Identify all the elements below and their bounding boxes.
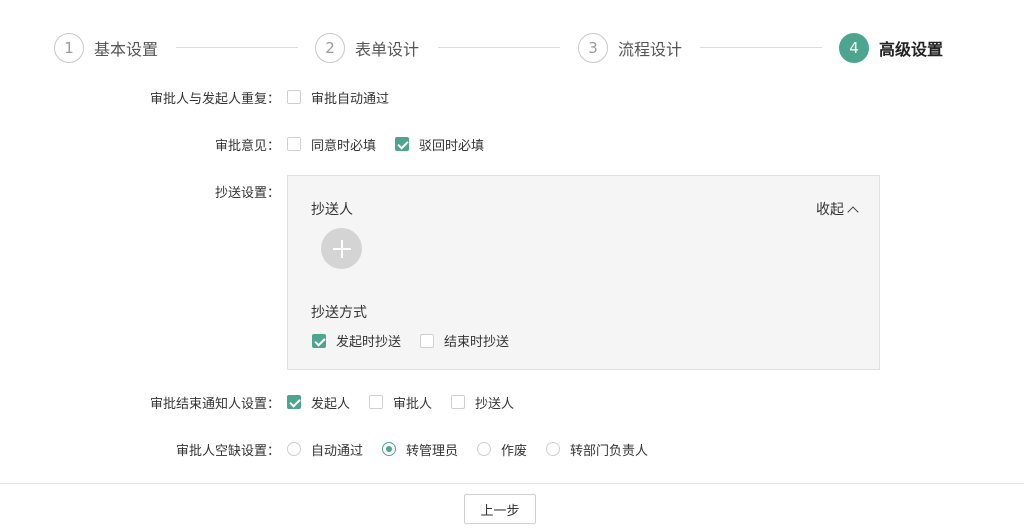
checkbox[interactable] xyxy=(369,395,384,409)
option-label: 自动通过 xyxy=(311,443,364,459)
step-label: 高级设置 xyxy=(879,40,944,59)
option-vacancy-void[interactable]: 作废 xyxy=(477,440,527,459)
checkbox[interactable] xyxy=(420,333,435,348)
option-vacancy-to-dept-head[interactable]: 转部门负责人 xyxy=(546,440,648,459)
field-label: 审批意见： xyxy=(214,138,280,154)
step-label: 表单设计 xyxy=(355,40,420,59)
cc-panel: 抄送人 收起 抄送方式 发起时抄送 结束时抄送 xyxy=(287,175,880,370)
checkbox[interactable] xyxy=(287,90,301,104)
step-process-design[interactable]: 3 流程设计 xyxy=(578,31,682,65)
option-vacancy-auto-approve[interactable]: 自动通过 xyxy=(287,440,363,459)
step-number: 3 xyxy=(578,33,608,63)
checkbox-checked[interactable] xyxy=(395,137,410,151)
footer-divider xyxy=(0,483,1024,484)
option-label: 作废 xyxy=(501,443,528,459)
checkbox[interactable] xyxy=(451,395,466,409)
radio[interactable] xyxy=(546,442,561,456)
option-required-on-reject[interactable]: 驳回时必填 xyxy=(395,135,484,154)
row-approver-vacancy: 审批人空缺设置： 自动通过 转管理员 作废 转部门负责人 xyxy=(0,440,1024,459)
step-number: 4 xyxy=(839,33,869,63)
step-connector xyxy=(176,47,298,48)
radio-checked[interactable] xyxy=(382,442,397,456)
option-label: 审批人 xyxy=(393,396,433,412)
step-label: 流程设计 xyxy=(618,40,683,59)
option-label: 驳回时必填 xyxy=(419,138,485,154)
cc-recipients-title: 抄送人 xyxy=(311,202,353,218)
collapse-toggle[interactable]: 收起 xyxy=(816,199,859,219)
previous-step-button[interactable]: 上一步 xyxy=(464,494,536,524)
option-label: 抄送人 xyxy=(475,396,515,412)
add-recipient-button[interactable] xyxy=(321,228,362,269)
field-label: 审批结束通知人设置： xyxy=(149,396,280,412)
row-approver-dedupe: 审批人与发起人重复： 审批自动通过 xyxy=(0,88,1024,107)
field-label: 抄送设置： xyxy=(214,185,280,201)
option-label: 转部门负责人 xyxy=(570,443,649,459)
field-label: 审批人与发起人重复： xyxy=(149,91,280,107)
step-number: 1 xyxy=(54,33,84,63)
checkbox[interactable] xyxy=(287,137,301,151)
option-notify-approver[interactable]: 审批人 xyxy=(369,393,432,412)
step-advanced-settings[interactable]: 4 高级设置 xyxy=(839,31,943,65)
field-label: 审批人空缺设置： xyxy=(175,443,280,459)
radio[interactable] xyxy=(287,442,301,456)
step-form-design[interactable]: 2 表单设计 xyxy=(315,31,419,65)
option-cc-on-start[interactable]: 发起时抄送 xyxy=(312,331,401,350)
option-label: 结束时抄送 xyxy=(444,335,510,350)
option-label: 转管理员 xyxy=(406,443,459,459)
step-number: 2 xyxy=(315,33,345,63)
option-cc-on-end[interactable]: 结束时抄送 xyxy=(420,331,509,350)
option-label: 发起人 xyxy=(311,396,351,412)
option-notify-initiator[interactable]: 发起人 xyxy=(287,393,350,412)
option-vacancy-to-admin[interactable]: 转管理员 xyxy=(382,440,458,459)
stepper: 1 基本设置 2 表单设计 3 流程设计 4 高级设置 xyxy=(0,31,1024,65)
cc-mode-title: 抄送方式 xyxy=(311,305,367,321)
row-end-notify: 审批结束通知人设置： 发起人 审批人 抄送人 xyxy=(0,393,1024,412)
option-label: 发起时抄送 xyxy=(336,335,402,350)
chevron-up-icon xyxy=(847,205,859,218)
step-connector xyxy=(700,47,822,48)
collapse-label: 收起 xyxy=(816,202,844,218)
option-notify-cc[interactable]: 抄送人 xyxy=(451,393,514,412)
option-required-on-agree[interactable]: 同意时必填 xyxy=(287,135,376,154)
row-approval-opinion: 审批意见： 同意时必填 驳回时必填 xyxy=(0,135,1024,154)
step-basic-settings[interactable]: 1 基本设置 xyxy=(54,31,158,65)
checkbox-checked[interactable] xyxy=(312,333,326,348)
option-auto-approve[interactable]: 审批自动通过 xyxy=(287,88,389,107)
option-label: 同意时必填 xyxy=(311,138,377,154)
step-connector xyxy=(438,47,560,48)
checkbox-checked[interactable] xyxy=(287,395,301,409)
radio[interactable] xyxy=(477,442,492,456)
option-label: 审批自动通过 xyxy=(311,91,390,107)
step-label: 基本设置 xyxy=(94,40,159,59)
